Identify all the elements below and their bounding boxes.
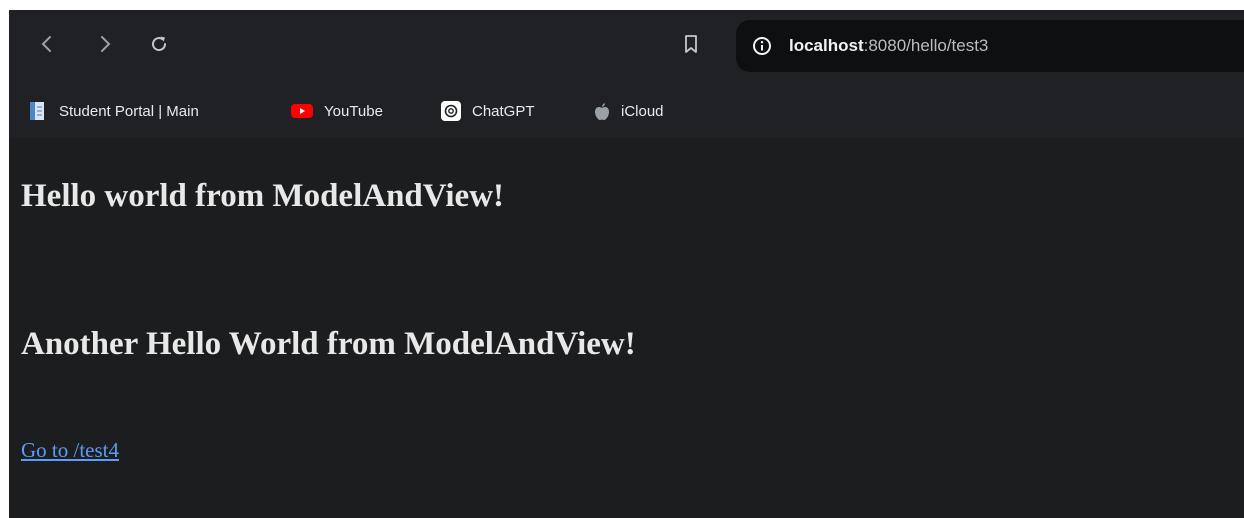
site-info-button[interactable] bbox=[750, 34, 774, 58]
bookmark-label: iCloud bbox=[621, 102, 664, 120]
page-content: Hello world from ModelAndView! Another H… bbox=[9, 138, 1244, 518]
url-path: :8080/hello/test3 bbox=[863, 36, 989, 55]
bookmarks-bar: Student Portal | Main YouTube ChatGPT iC… bbox=[9, 83, 1244, 138]
bookmark-page-button[interactable] bbox=[673, 26, 709, 62]
url-host: localhost bbox=[789, 36, 864, 55]
bookmark-label: ChatGPT bbox=[472, 102, 535, 120]
bookmark-label: Student Portal | Main bbox=[59, 102, 199, 120]
bookmark-youtube[interactable]: YouTube bbox=[290, 99, 383, 123]
reload-icon bbox=[152, 36, 167, 52]
bookmark-student-portal[interactable]: Student Portal | Main bbox=[27, 99, 199, 123]
bookmark-chatgpt[interactable]: ChatGPT bbox=[440, 99, 535, 123]
browser-window: localhost:8080/hello/test3 Student Porta… bbox=[9, 10, 1244, 518]
url-text: localhost:8080/hello/test3 bbox=[789, 35, 988, 57]
back-button[interactable] bbox=[29, 26, 65, 62]
address-bar[interactable]: localhost:8080/hello/test3 bbox=[736, 20, 1244, 72]
page-heading-hello: Hello world from ModelAndView! bbox=[21, 178, 505, 214]
forward-button[interactable] bbox=[87, 26, 123, 62]
page-heading-another: Another Hello World from ModelAndView! bbox=[21, 326, 636, 362]
chevron-right-icon bbox=[101, 36, 111, 52]
youtube-icon bbox=[291, 104, 313, 118]
chatgpt-icon bbox=[441, 101, 461, 121]
document-icon bbox=[30, 102, 44, 120]
bookmark-icon bbox=[685, 35, 697, 53]
chevron-left-icon bbox=[41, 36, 51, 52]
apple-icon bbox=[595, 103, 609, 120]
go-to-test4-link[interactable]: Go to /test4 bbox=[21, 438, 119, 463]
bookmark-label: YouTube bbox=[324, 102, 383, 120]
browser-toolbar: localhost:8080/hello/test3 bbox=[9, 10, 1244, 83]
bookmark-icloud[interactable]: iCloud bbox=[593, 99, 664, 123]
reload-button[interactable] bbox=[141, 26, 177, 62]
info-icon bbox=[753, 37, 771, 55]
